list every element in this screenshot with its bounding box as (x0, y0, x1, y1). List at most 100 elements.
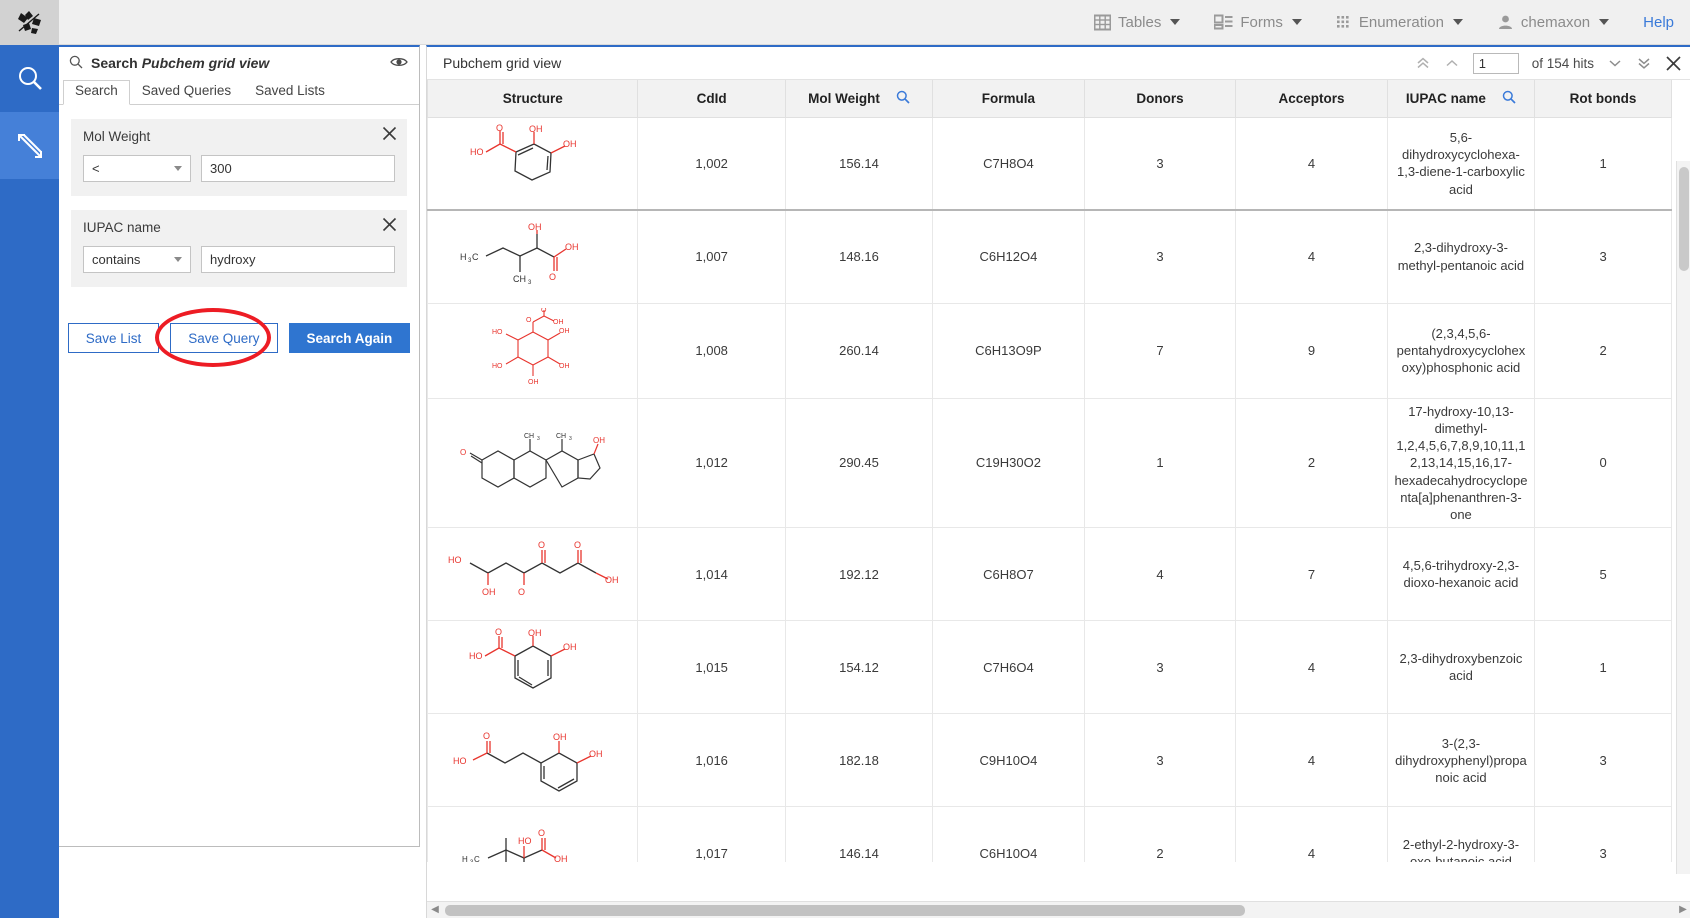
table-row[interactable]: O HO OH OH 1,015 154.12 C7H6O4 (428, 621, 1672, 714)
cell-structure[interactable]: HO O OH H3C (428, 807, 638, 862)
table-row[interactable]: HO O OH H3C 1,017 (428, 807, 1672, 862)
vertical-scrollbar[interactable] (1676, 161, 1690, 874)
cell-cdid: 1,014 (638, 528, 785, 621)
svg-text:OH: OH (563, 642, 577, 652)
cell-structure[interactable]: HO OH HO OH OH O OH O (428, 303, 638, 398)
cell-donors: 3 (1084, 621, 1236, 714)
column-header-iupac-name[interactable]: IUPAC name (1387, 80, 1534, 117)
search-icon (15, 64, 45, 94)
horizontal-scrollbar[interactable]: ◀ ▶ (427, 901, 1690, 918)
cell-structure[interactable]: HO OH O O O OH (428, 528, 638, 621)
cell-donors: 3 (1084, 117, 1236, 210)
table-row[interactable]: O HO OH OH 1,016 182.18 C9H10O4 (428, 714, 1672, 807)
operator-select-mol-weight[interactable]: < (83, 155, 191, 182)
svg-text:O: O (495, 627, 502, 637)
svg-text:OH: OH (528, 628, 542, 638)
svg-text:HO: HO (518, 836, 532, 846)
column-header-mol-weight[interactable]: Mol Weight (785, 80, 932, 117)
value-input-mol-weight[interactable] (201, 155, 395, 182)
svg-text:OH: OH (563, 139, 577, 149)
scroll-left-arrow-icon[interactable]: ◀ (427, 902, 443, 918)
cell-mol-weight: 156.14 (785, 117, 932, 210)
grid-header: Pubchem grid view of 154 hits (427, 47, 1690, 80)
value-input-iupac-name[interactable] (201, 246, 395, 273)
column-header-rot-bonds[interactable]: Rot bonds (1535, 80, 1672, 117)
eye-icon[interactable] (389, 55, 409, 72)
column-header-structure[interactable]: Structure (428, 80, 638, 117)
cell-donors: 7 (1084, 303, 1236, 398)
close-icon[interactable] (382, 217, 397, 235)
horizontal-scrollbar-thumb[interactable] (445, 905, 1245, 916)
cell-iupac-name: 2,3-dihydroxybenzoic acid (1387, 621, 1534, 714)
application-window: Tables Forms (0, 0, 1690, 918)
cell-formula: C7H6O4 (933, 621, 1085, 714)
chevron-up-icon[interactable] (1444, 55, 1460, 71)
column-header-donors[interactable]: Donors (1084, 80, 1236, 117)
cell-iupac-name: 2-ethyl-2-hydroxy-3-oxo-butanoic acid (1387, 807, 1534, 862)
double-chevron-down-icon[interactable] (1636, 55, 1652, 71)
tab-search[interactable]: Search (63, 80, 130, 105)
search-panel-actions: Save List Save Query Search Again (59, 323, 419, 353)
cell-mol-weight: 148.16 (785, 210, 932, 303)
chevron-down-icon (1170, 19, 1180, 25)
page-number-input[interactable] (1473, 53, 1519, 74)
table-row[interactable]: HO OH O O O OH (428, 528, 1672, 621)
save-list-button[interactable]: Save List (68, 323, 160, 353)
svg-text:OH: OH (565, 242, 579, 252)
svg-text:HO: HO (492, 329, 503, 336)
close-icon[interactable] (382, 126, 397, 144)
cell-structure[interactable]: O HO OH OH (428, 117, 638, 210)
svg-text:OH: OH (553, 732, 567, 742)
close-icon[interactable] (1665, 55, 1682, 72)
double-chevron-up-icon[interactable] (1415, 55, 1431, 71)
topnav-enumeration[interactable]: Enumeration (1336, 14, 1463, 31)
topnav-user-menu[interactable]: chemaxon (1497, 14, 1609, 31)
molecule-structure-image: HO O OH H3C (434, 812, 631, 862)
app-logo[interactable] (0, 0, 59, 45)
cell-iupac-name: 2,3-dihydroxy-3-methyl-pentanoic acid (1387, 210, 1534, 303)
svg-text:OH: OH (559, 363, 570, 370)
table-row[interactable]: HO OH HO OH OH O OH O (428, 303, 1672, 398)
structure-transform-icon (15, 131, 45, 161)
cell-structure[interactable]: OH OH O H3C CH3 (428, 210, 638, 303)
column-header-formula[interactable]: Formula (933, 80, 1085, 117)
topnav-forms[interactable]: Forms (1214, 14, 1302, 31)
column-header-acceptors[interactable]: Acceptors (1236, 80, 1388, 117)
user-icon (1497, 14, 1514, 30)
rail-structure-button[interactable] (0, 112, 59, 179)
svg-text:H: H (460, 252, 467, 262)
column-search-icon[interactable] (1502, 90, 1516, 107)
cell-cdid: 1,008 (638, 303, 785, 398)
cell-structure[interactable]: O HO OH OH (428, 621, 638, 714)
svg-text:OH: OH (589, 749, 603, 759)
search-again-button[interactable]: Search Again (289, 323, 411, 353)
cell-acceptors: 4 (1236, 621, 1388, 714)
cell-structure[interactable]: CH3 CH3 O OH (428, 398, 638, 528)
molecule-structure-image: O HO OH OH (434, 122, 631, 204)
filter-card-iupac-name: IUPAC name contains (71, 210, 407, 287)
svg-text:HO: HO (492, 363, 503, 370)
table-row[interactable]: CH3 CH3 O OH 1,012 (428, 398, 1672, 528)
tab-saved-queries[interactable]: Saved Queries (130, 80, 243, 105)
scroll-right-arrow-icon[interactable]: ▶ (1675, 902, 1690, 918)
operator-select-iupac-name[interactable]: contains (83, 246, 191, 273)
search-panel-title-prefix: Search (91, 55, 138, 71)
topnav-enumeration-label: Enumeration (1359, 14, 1444, 31)
cell-structure[interactable]: O HO OH OH (428, 714, 638, 807)
column-search-icon[interactable] (896, 90, 910, 107)
column-header-cdid[interactable]: CdId (638, 80, 785, 117)
help-link[interactable]: Help (1643, 14, 1674, 31)
table-row[interactable]: O HO OH OH 1,002 156.14 C7H8O4 (428, 117, 1672, 210)
rail-search-button[interactable] (0, 45, 59, 112)
save-query-button[interactable]: Save Query (170, 323, 277, 353)
table-row[interactable]: OH OH O H3C CH3 (428, 210, 1672, 303)
cell-rot-bonds: 3 (1535, 714, 1672, 807)
tab-saved-lists[interactable]: Saved Lists (243, 80, 337, 105)
cell-donors: 1 (1084, 398, 1236, 528)
svg-text:O: O (526, 317, 532, 324)
topnav-tables[interactable]: Tables (1094, 14, 1180, 31)
cell-acceptors: 7 (1236, 528, 1388, 621)
chevron-down-icon[interactable] (1607, 55, 1623, 71)
vertical-scrollbar-thumb[interactable] (1679, 167, 1689, 271)
tab-saved-lists-label: Saved Lists (255, 83, 325, 98)
